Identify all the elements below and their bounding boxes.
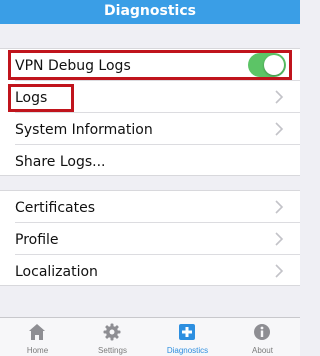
chevron-right-icon (275, 200, 284, 214)
chevron-right-icon (275, 122, 284, 136)
chevron-right-icon (275, 232, 284, 246)
tab-settings-label: Settings (98, 346, 127, 355)
profile-label: Profile (15, 232, 59, 248)
system-information-label: System Information (15, 122, 153, 138)
tab-bar: Home Settings Diagnostics About (0, 317, 300, 356)
gear-icon (103, 323, 121, 341)
home-icon (29, 324, 45, 340)
chevron-right-icon (275, 264, 284, 278)
share-logs-row[interactable]: Share Logs... (0, 145, 300, 177)
share-logs-label: Share Logs... (15, 154, 106, 170)
profile-row[interactable]: Profile (0, 223, 300, 255)
plus-icon (179, 324, 195, 340)
info-icon (254, 324, 270, 340)
page-title: Diagnostics (0, 0, 300, 24)
chevron-right-icon (275, 90, 284, 104)
tab-about-label: About (252, 346, 273, 355)
system-information-row[interactable]: System Information (0, 113, 300, 145)
certificates-row[interactable]: Certificates (0, 191, 300, 223)
highlight-vpn-debug-logs (8, 50, 292, 80)
highlight-logs (8, 84, 74, 112)
localization-label: Localization (15, 264, 98, 280)
tab-about[interactable]: About (225, 318, 300, 356)
tab-home-label: Home (26, 346, 49, 355)
tab-settings[interactable]: Settings (75, 318, 150, 356)
localization-row[interactable]: Localization (0, 255, 300, 287)
settings-group: Certificates Profile Localization (0, 190, 300, 286)
certificates-label: Certificates (15, 200, 96, 216)
tab-diagnostics[interactable]: Diagnostics (150, 318, 225, 356)
tab-diagnostics-label: Diagnostics (166, 346, 209, 355)
tab-home[interactable]: Home (0, 318, 75, 356)
